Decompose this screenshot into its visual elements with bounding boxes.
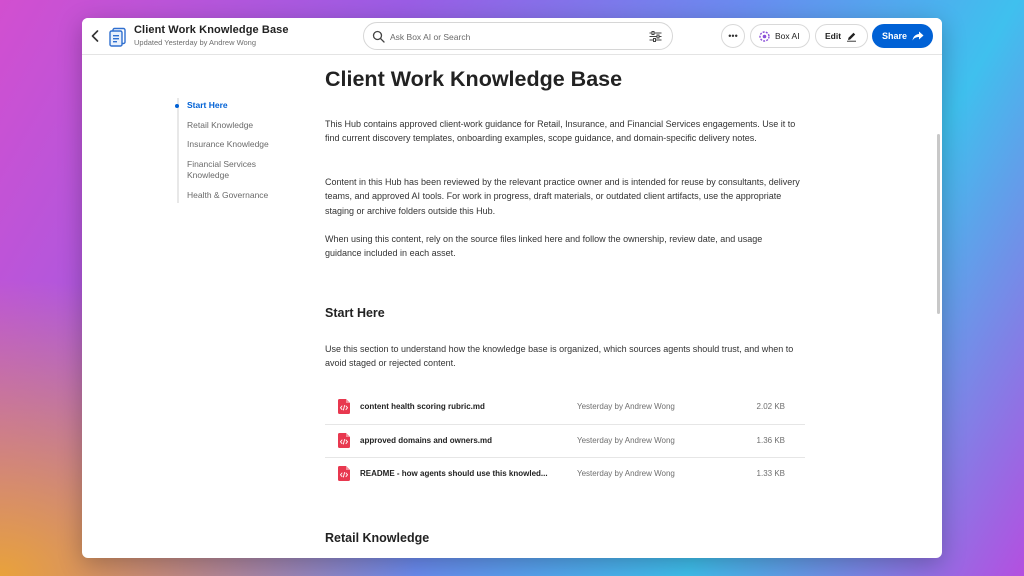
edit-label: Edit — [825, 31, 842, 41]
share-button[interactable]: Share — [872, 24, 933, 48]
document-title: Client Work Knowledge Base — [134, 24, 289, 36]
back-button[interactable] — [87, 27, 103, 45]
toc-item-financial-services-knowledge[interactable]: Financial Services Knowledge — [179, 159, 274, 182]
file-size: 1.33 KB — [756, 469, 785, 478]
file-row[interactable]: README - how agents should use this know… — [325, 458, 805, 492]
box-ai-label: Box AI — [775, 31, 800, 41]
section-heading-retail-knowledge: Retail Knowledge — [325, 531, 430, 545]
intro-paragraph-2: Content in this Hub has been reviewed by… — [325, 177, 800, 216]
toc-item-health-governance[interactable]: Health & Governance — [179, 190, 292, 202]
table-of-contents: Start Here Retail Knowledge Insurance Kn… — [175, 98, 292, 203]
filter-sliders-icon[interactable] — [649, 31, 662, 42]
scrollbar-thumb[interactable] — [937, 134, 940, 314]
file-modified: Yesterday by Andrew Wong — [577, 435, 675, 445]
document-title-block: Client Work Knowledge Base Updated Yeste… — [134, 24, 289, 47]
file-name[interactable]: content health scoring rubric.md — [360, 402, 485, 411]
file-list: content health scoring rubric.md Yesterd… — [325, 391, 805, 492]
file-modified: Yesterday by Andrew Wong — [577, 402, 675, 411]
pencil-icon — [847, 32, 857, 42]
intro-paragraph-1: This Hub contains approved client-work g… — [325, 119, 796, 144]
app-window: Client Work Knowledge Base Updated Yeste… — [82, 18, 942, 558]
toc-item-insurance-knowledge[interactable]: Insurance Knowledge — [179, 139, 292, 151]
file-name[interactable]: approved domains and owners.md — [360, 436, 492, 445]
section-heading-start-here: Start Here — [325, 306, 385, 320]
start-here-description: Use this section to understand how the k… — [325, 344, 794, 369]
file-name[interactable]: README - how agents should use this know… — [360, 469, 548, 478]
intro-paragraph-3: When using this content, rely on the sou… — [325, 234, 763, 259]
share-label: Share — [882, 31, 908, 41]
edit-button[interactable]: Edit — [815, 24, 868, 48]
search-bar[interactable] — [363, 22, 673, 50]
code-file-icon — [338, 399, 350, 414]
box-ai-icon — [759, 30, 770, 42]
more-options-button[interactable]: ••• — [721, 24, 745, 48]
hub-icon — [109, 27, 126, 47]
document-updated-info: Updated Yesterday by Andrew Wong — [134, 38, 257, 47]
file-row[interactable]: content health scoring rubric.md Yesterd… — [325, 391, 805, 425]
box-ai-button[interactable]: Box AI — [750, 24, 810, 48]
search-input[interactable] — [390, 29, 640, 44]
code-file-icon — [338, 432, 350, 448]
toc-item-start-here[interactable]: Start Here — [175, 100, 292, 112]
top-bar: Client Work Knowledge Base Updated Yeste… — [82, 18, 942, 55]
chevron-left-icon — [91, 30, 99, 42]
file-size: 1.36 KB — [756, 435, 785, 445]
ellipsis-icon: ••• — [728, 31, 738, 41]
file-row[interactable]: approved domains and owners.md Yesterday… — [325, 425, 805, 458]
file-modified: Yesterday by Andrew Wong — [577, 469, 675, 478]
share-arrow-icon — [912, 31, 924, 41]
code-file-icon — [338, 466, 350, 481]
toc-item-retail-knowledge[interactable]: Retail Knowledge — [179, 120, 292, 132]
file-size: 2.02 KB — [756, 402, 785, 411]
page-title: Client Work Knowledge Base — [325, 67, 623, 91]
search-icon — [372, 30, 385, 43]
